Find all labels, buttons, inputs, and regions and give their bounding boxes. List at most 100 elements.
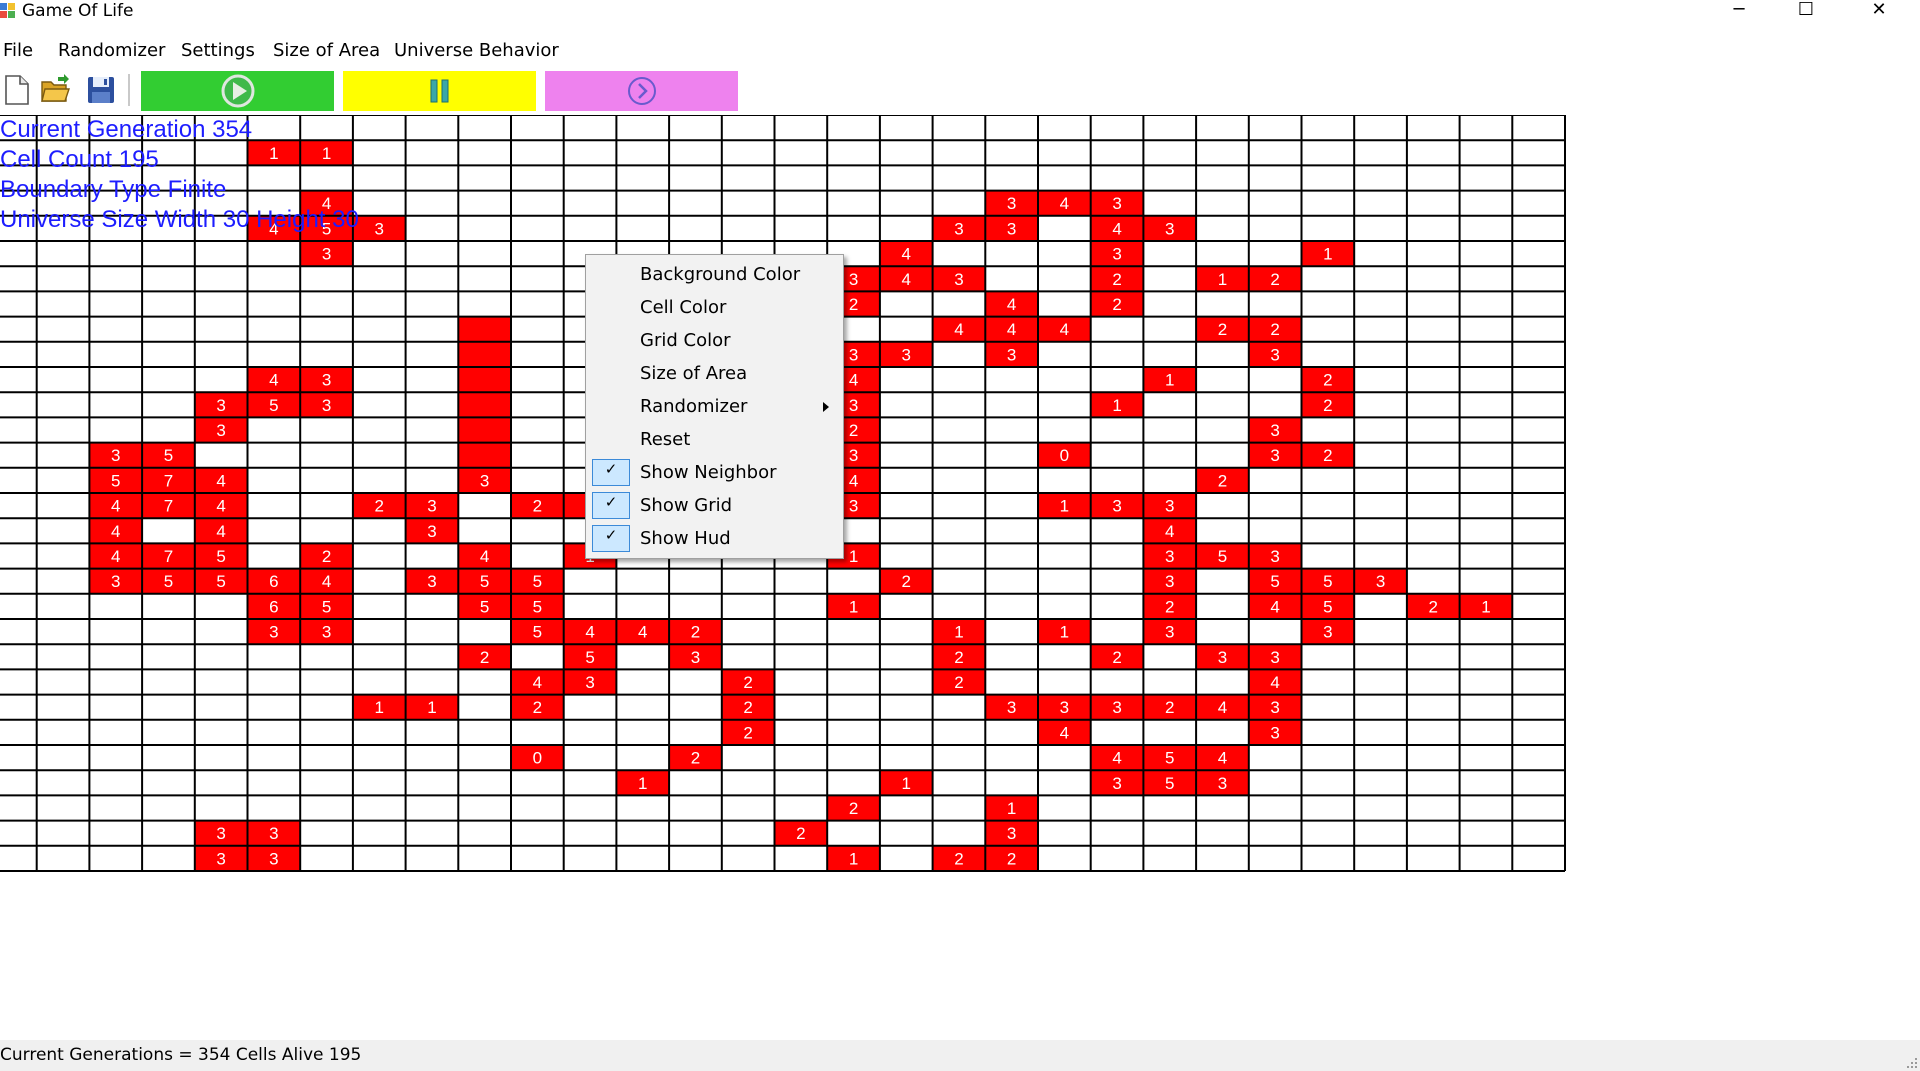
cm-reset[interactable]: Reset — [586, 423, 843, 456]
neighbor-count: 3 — [1112, 497, 1121, 516]
neighbor-count: 3 — [269, 824, 278, 843]
neighbor-count: 2 — [849, 799, 858, 818]
close-icon[interactable]: ✕ — [1851, 0, 1907, 22]
cm-randomizer[interactable]: Randomizer — [586, 390, 843, 423]
neighbor-count: 3 — [1165, 572, 1174, 591]
live-cell[interactable] — [458, 442, 511, 468]
neighbor-count: 3 — [691, 648, 700, 667]
neighbor-count: 3 — [902, 345, 911, 364]
neighbor-count: 1 — [1323, 245, 1332, 264]
cm-size-of-area[interactable]: Size of Area — [586, 357, 843, 390]
neighbor-count: 5 — [322, 597, 331, 616]
live-cell[interactable] — [458, 316, 511, 342]
menu-file[interactable]: File — [3, 40, 33, 62]
live-cell[interactable] — [458, 417, 511, 443]
neighbor-count: 3 — [1007, 824, 1016, 843]
start-button[interactable] — [141, 71, 334, 111]
neighbor-count: 5 — [1218, 547, 1227, 566]
neighbor-count: 3 — [1165, 547, 1174, 566]
neighbor-count: 3 — [1060, 698, 1069, 717]
neighbor-count: 3 — [1323, 623, 1332, 642]
neighbor-count: 2 — [322, 547, 331, 566]
neighbor-count: 2 — [1165, 698, 1174, 717]
neighbor-count: 3 — [585, 673, 594, 692]
neighbor-count: 2 — [1323, 446, 1332, 465]
neighbor-count: 3 — [1270, 421, 1279, 440]
app-icon — [0, 3, 16, 19]
neighbor-count: 4 — [1112, 219, 1121, 238]
universe-grid[interactable]: 1 1 4 3 4 3 4 5 3 3 3 4 3 3 4 3 1 3 4 3 2 1 2 3 1 2 4 2 4 4 4 2 2 3 3 3 3 4 3 3… — [0, 115, 1920, 1039]
neighbor-count: 4 — [216, 497, 225, 516]
neighbor-count: 1 — [1112, 396, 1121, 415]
neighbor-count: 4 — [585, 623, 594, 642]
cm-label: Grid Color — [640, 330, 731, 351]
neighbor-count: 5 — [1165, 774, 1174, 793]
status-bar: Current Generations = 354 Cells Alive 19… — [0, 1040, 1920, 1071]
hud-universe-size: Universe Size Width 30 Height 30 — [0, 206, 359, 233]
open-folder-icon[interactable] — [40, 74, 70, 106]
maximize-icon[interactable]: ☐ — [1778, 0, 1834, 22]
universe-canvas[interactable]: 1 1 4 3 4 3 4 5 3 3 3 4 3 3 4 3 1 3 4 3 2 1 2 3 1 2 4 2 4 4 4 2 2 3 3 3 3 4 3 3… — [0, 115, 1920, 1039]
new-file-icon[interactable] — [2, 74, 32, 106]
live-cell[interactable] — [458, 367, 511, 393]
cm-grid-color[interactable]: Grid Color — [586, 324, 843, 357]
neighbor-count: 4 — [902, 270, 911, 289]
live-cell[interactable] — [458, 392, 511, 418]
window-title: Game Of Life — [22, 1, 134, 21]
neighbor-count: 2 — [902, 572, 911, 591]
neighbor-count: 3 — [1112, 774, 1121, 793]
neighbor-count: 3 — [111, 572, 120, 591]
neighbor-count: 2 — [1270, 320, 1279, 339]
neighbor-count: 1 — [638, 774, 647, 793]
neighbor-count: 2 — [691, 623, 700, 642]
neighbor-count: 3 — [322, 623, 331, 642]
neighbor-count: 2 — [796, 824, 805, 843]
neighbor-count: 4 — [1165, 522, 1174, 541]
neighbor-count: 4 — [269, 371, 278, 390]
neighbor-count: 3 — [427, 522, 436, 541]
neighbor-count: 5 — [1323, 597, 1332, 616]
menu-randomizer[interactable]: Randomizer — [58, 40, 165, 62]
neighbor-count: 1 — [1165, 371, 1174, 390]
neighbor-count: 2 — [954, 849, 963, 868]
neighbor-count: 1 — [269, 144, 278, 163]
pause-button[interactable] — [343, 71, 536, 111]
neighbor-count: 3 — [480, 471, 489, 490]
neighbor-count: 5 — [216, 572, 225, 591]
neighbor-count: 3 — [322, 396, 331, 415]
neighbor-count: 3 — [427, 572, 436, 591]
neighbor-count: 5 — [269, 396, 278, 415]
neighbor-count: 1 — [1481, 597, 1490, 616]
neighbor-count: 1 — [849, 547, 858, 566]
neighbor-count: 3 — [1112, 698, 1121, 717]
cm-cell-color[interactable]: Cell Color — [586, 291, 843, 324]
hud-boundary-type: Boundary Type Finite — [0, 176, 227, 203]
menu-settings[interactable]: Settings — [181, 40, 255, 62]
cm-show-grid[interactable]: ✓ Show Grid — [586, 489, 843, 522]
live-cell[interactable] — [458, 341, 511, 367]
cm-show-hud[interactable]: ✓ Show Hud — [586, 522, 843, 555]
next-generation-button[interactable] — [545, 71, 738, 111]
neighbor-count: 2 — [533, 497, 542, 516]
cm-background-color[interactable]: Background Color — [586, 258, 843, 291]
neighbor-count: 4 — [849, 371, 858, 390]
neighbor-count: 1 — [1060, 623, 1069, 642]
neighbor-count: 1 — [1060, 497, 1069, 516]
cm-show-neighbor[interactable]: ✓ Show Neighbor — [586, 456, 843, 489]
menu-size-of-area[interactable]: Size of Area — [273, 40, 380, 62]
neighbor-count: 5 — [1323, 572, 1332, 591]
neighbor-count: 5 — [164, 572, 173, 591]
neighbor-count: 5 — [533, 623, 542, 642]
neighbor-count: 4 — [638, 623, 647, 642]
hud-cell-count: Cell Count 195 — [0, 146, 159, 173]
neighbor-count: 3 — [111, 446, 120, 465]
neighbor-count: 2 — [1112, 270, 1121, 289]
neighbor-count: 4 — [533, 673, 542, 692]
resize-grip-icon[interactable] — [1904, 1055, 1918, 1069]
minimize-icon[interactable]: ─ — [1711, 0, 1767, 22]
neighbor-count: 3 — [1165, 219, 1174, 238]
toolbar — [0, 68, 1920, 112]
menu-universe-behavior[interactable]: Universe Behavior — [394, 40, 559, 62]
save-icon[interactable] — [86, 74, 116, 106]
neighbor-count: 2 — [954, 648, 963, 667]
